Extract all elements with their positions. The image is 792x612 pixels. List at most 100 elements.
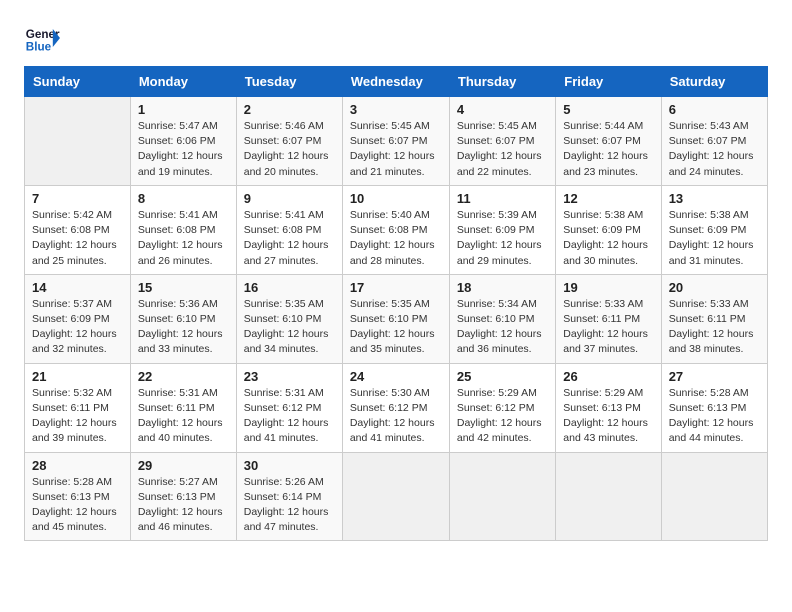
day-detail: Sunrise: 5:44 AMSunset: 6:07 PMDaylight:… bbox=[563, 119, 653, 180]
calendar-cell: 20 Sunrise: 5:33 AMSunset: 6:11 PMDayligh… bbox=[661, 274, 767, 363]
calendar-body: 1Sunrise: 5:47 AMSunset: 6:06 PMDaylight… bbox=[25, 97, 768, 541]
day-number: 20 bbox=[669, 280, 760, 295]
day-detail: Sunrise: 5:33 AMSunset: 6:11 PMDaylight:… bbox=[563, 297, 653, 358]
day-detail: Sunrise: 5:28 AMSunset: 6:13 PMDaylight:… bbox=[32, 475, 123, 536]
day-detail: Sunrise: 5:36 AMSunset: 6:10 PMDaylight:… bbox=[138, 297, 229, 358]
weekday-header-cell: Sunday bbox=[25, 67, 131, 97]
day-detail: Sunrise: 5:41 AMSunset: 6:08 PMDaylight:… bbox=[138, 208, 229, 269]
calendar-cell: 5Sunrise: 5:44 AMSunset: 6:07 PMDaylight… bbox=[556, 97, 661, 186]
day-number: 26 bbox=[563, 369, 653, 384]
day-detail: Sunrise: 5:34 AMSunset: 6:10 PMDaylight:… bbox=[457, 297, 548, 358]
calendar-cell: 9Sunrise: 5:41 AMSunset: 6:08 PMDaylight… bbox=[236, 185, 342, 274]
calendar-cell: 30 Sunrise: 5:26 AMSunset: 6:14 PMDayligh… bbox=[236, 452, 342, 541]
calendar-cell: 19 Sunrise: 5:33 AMSunset: 6:11 PMDayligh… bbox=[556, 274, 661, 363]
calendar-cell: 29Sunrise: 5:27 AMSunset: 6:13 PMDayligh… bbox=[130, 452, 236, 541]
day-detail: Sunrise: 5:31 AMSunset: 6:11 PMDaylight:… bbox=[138, 386, 229, 447]
day-number: 28 bbox=[32, 458, 123, 473]
day-detail: Sunrise: 5:42 AMSunset: 6:08 PMDaylight:… bbox=[32, 208, 123, 269]
day-number: 19 bbox=[563, 280, 653, 295]
calendar-cell: 27 Sunrise: 5:28 AMSunset: 6:13 PMDayligh… bbox=[661, 363, 767, 452]
day-number: 3 bbox=[350, 102, 442, 117]
weekday-header-cell: Saturday bbox=[661, 67, 767, 97]
day-detail: Sunrise: 5:32 AMSunset: 6:11 PMDaylight:… bbox=[32, 386, 123, 447]
weekday-header-row: SundayMondayTuesdayWednesdayThursdayFrid… bbox=[25, 67, 768, 97]
day-detail: Sunrise: 5:33 AMSunset: 6:11 PMDaylight:… bbox=[669, 297, 760, 358]
svg-text:Blue: Blue bbox=[26, 41, 52, 54]
day-detail: Sunrise: 5:35 AMSunset: 6:10 PMDaylight:… bbox=[244, 297, 335, 358]
day-number: 22 bbox=[138, 369, 229, 384]
day-number: 21 bbox=[32, 369, 123, 384]
day-number: 18 bbox=[457, 280, 548, 295]
calendar-cell: 10 Sunrise: 5:40 AMSunset: 6:08 PMDayligh… bbox=[342, 185, 449, 274]
day-detail: Sunrise: 5:40 AMSunset: 6:08 PMDaylight:… bbox=[350, 208, 442, 269]
day-number: 10 bbox=[350, 191, 442, 206]
calendar-cell: 11 Sunrise: 5:39 AMSunset: 6:09 PMDayligh… bbox=[449, 185, 555, 274]
logo-icon: General Blue bbox=[24, 20, 60, 56]
calendar-cell: 14 Sunrise: 5:37 AMSunset: 6:09 PMDayligh… bbox=[25, 274, 131, 363]
page-header: General Blue bbox=[24, 20, 768, 56]
day-detail: Sunrise: 5:26 AMSunset: 6:14 PMDaylight:… bbox=[244, 475, 335, 536]
calendar-cell: 4Sunrise: 5:45 AMSunset: 6:07 PMDaylight… bbox=[449, 97, 555, 186]
calendar-cell: 2Sunrise: 5:46 AMSunset: 6:07 PMDaylight… bbox=[236, 97, 342, 186]
day-detail: Sunrise: 5:28 AMSunset: 6:13 PMDaylight:… bbox=[669, 386, 760, 447]
day-detail: Sunrise: 5:31 AMSunset: 6:12 PMDaylight:… bbox=[244, 386, 335, 447]
calendar-week-row: 1Sunrise: 5:47 AMSunset: 6:06 PMDaylight… bbox=[25, 97, 768, 186]
calendar-week-row: 7 Sunrise: 5:42 AMSunset: 6:08 PMDaylight… bbox=[25, 185, 768, 274]
day-number: 13 bbox=[669, 191, 760, 206]
calendar-cell: 21 Sunrise: 5:32 AMSunset: 6:11 PMDayligh… bbox=[25, 363, 131, 452]
calendar-cell bbox=[25, 97, 131, 186]
day-detail: Sunrise: 5:39 AMSunset: 6:09 PMDaylight:… bbox=[457, 208, 548, 269]
day-detail: Sunrise: 5:43 AMSunset: 6:07 PMDaylight:… bbox=[669, 119, 760, 180]
calendar-cell: 23 Sunrise: 5:31 AMSunset: 6:12 PMDayligh… bbox=[236, 363, 342, 452]
day-number: 27 bbox=[669, 369, 760, 384]
calendar-cell: 25Sunrise: 5:29 AMSunset: 6:12 PMDayligh… bbox=[449, 363, 555, 452]
day-number: 23 bbox=[244, 369, 335, 384]
day-detail: Sunrise: 5:38 AMSunset: 6:09 PMDaylight:… bbox=[669, 208, 760, 269]
day-number: 6 bbox=[669, 102, 760, 117]
calendar-cell: 24 Sunrise: 5:30 AMSunset: 6:12 PMDayligh… bbox=[342, 363, 449, 452]
day-number: 24 bbox=[350, 369, 442, 384]
day-number: 30 bbox=[244, 458, 335, 473]
day-number: 12 bbox=[563, 191, 653, 206]
day-detail: Sunrise: 5:35 AMSunset: 6:10 PMDaylight:… bbox=[350, 297, 442, 358]
calendar-week-row: 28 Sunrise: 5:28 AMSunset: 6:13 PMDayligh… bbox=[25, 452, 768, 541]
calendar-cell: 12 Sunrise: 5:38 AMSunset: 6:09 PMDayligh… bbox=[556, 185, 661, 274]
day-number: 2 bbox=[244, 102, 335, 117]
logo: General Blue bbox=[24, 20, 60, 56]
calendar-cell: 13 Sunrise: 5:38 AMSunset: 6:09 PMDayligh… bbox=[661, 185, 767, 274]
day-number: 9 bbox=[244, 191, 335, 206]
calendar-cell: 1Sunrise: 5:47 AMSunset: 6:06 PMDaylight… bbox=[130, 97, 236, 186]
weekday-header-cell: Thursday bbox=[449, 67, 555, 97]
day-number: 1 bbox=[138, 102, 229, 117]
day-number: 16 bbox=[244, 280, 335, 295]
weekday-header-cell: Monday bbox=[130, 67, 236, 97]
calendar-table: SundayMondayTuesdayWednesdayThursdayFrid… bbox=[24, 66, 768, 541]
calendar-cell: 18 Sunrise: 5:34 AMSunset: 6:10 PMDayligh… bbox=[449, 274, 555, 363]
day-detail: Sunrise: 5:37 AMSunset: 6:09 PMDaylight:… bbox=[32, 297, 123, 358]
calendar-cell: 6 Sunrise: 5:43 AMSunset: 6:07 PMDaylight… bbox=[661, 97, 767, 186]
day-number: 14 bbox=[32, 280, 123, 295]
weekday-header-cell: Friday bbox=[556, 67, 661, 97]
calendar-cell bbox=[342, 452, 449, 541]
calendar-cell bbox=[556, 452, 661, 541]
calendar-cell: 16 Sunrise: 5:35 AMSunset: 6:10 PMDayligh… bbox=[236, 274, 342, 363]
day-detail: Sunrise: 5:38 AMSunset: 6:09 PMDaylight:… bbox=[563, 208, 653, 269]
calendar-cell: 7 Sunrise: 5:42 AMSunset: 6:08 PMDaylight… bbox=[25, 185, 131, 274]
calendar-week-row: 21 Sunrise: 5:32 AMSunset: 6:11 PMDayligh… bbox=[25, 363, 768, 452]
calendar-cell bbox=[661, 452, 767, 541]
calendar-week-row: 14 Sunrise: 5:37 AMSunset: 6:09 PMDayligh… bbox=[25, 274, 768, 363]
day-detail: Sunrise: 5:45 AMSunset: 6:07 PMDaylight:… bbox=[350, 119, 442, 180]
calendar-cell: 3 Sunrise: 5:45 AMSunset: 6:07 PMDaylight… bbox=[342, 97, 449, 186]
day-number: 11 bbox=[457, 191, 548, 206]
day-number: 25 bbox=[457, 369, 548, 384]
day-number: 15 bbox=[138, 280, 229, 295]
calendar-cell: 15 Sunrise: 5:36 AMSunset: 6:10 PMDayligh… bbox=[130, 274, 236, 363]
calendar-cell: 28 Sunrise: 5:28 AMSunset: 6:13 PMDayligh… bbox=[25, 452, 131, 541]
calendar-cell: 17Sunrise: 5:35 AMSunset: 6:10 PMDayligh… bbox=[342, 274, 449, 363]
calendar-cell: 22 Sunrise: 5:31 AMSunset: 6:11 PMDayligh… bbox=[130, 363, 236, 452]
day-detail: Sunrise: 5:29 AMSunset: 6:13 PMDaylight:… bbox=[563, 386, 653, 447]
day-detail: Sunrise: 5:45 AMSunset: 6:07 PMDaylight:… bbox=[457, 119, 548, 180]
weekday-header-cell: Tuesday bbox=[236, 67, 342, 97]
day-detail: Sunrise: 5:30 AMSunset: 6:12 PMDaylight:… bbox=[350, 386, 442, 447]
day-number: 7 bbox=[32, 191, 123, 206]
